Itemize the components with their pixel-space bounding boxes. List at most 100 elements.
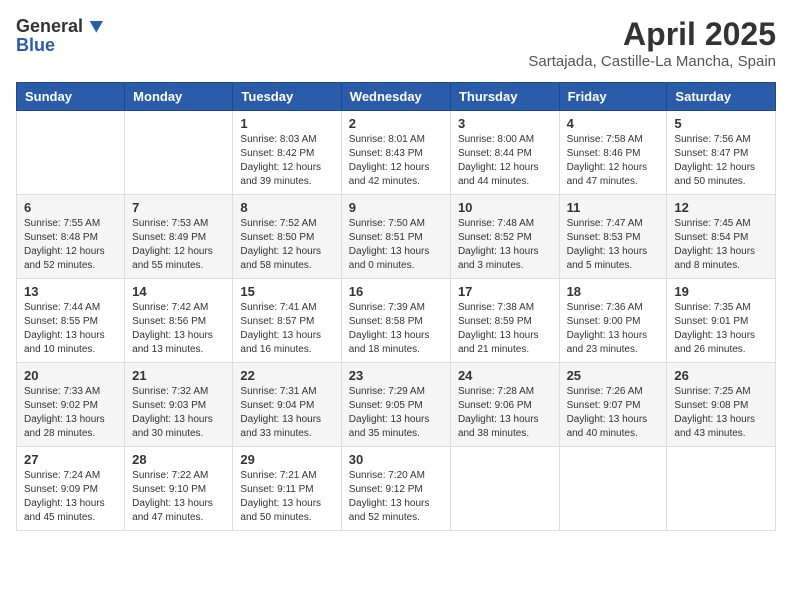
title-section: April 2025 Sartajada, Castille-La Mancha… [528, 16, 776, 70]
day-number: 8 [240, 200, 333, 215]
day-number: 11 [567, 200, 660, 215]
day-number: 14 [132, 284, 225, 299]
day-info: Sunrise: 7:36 AMSunset: 9:00 PMDaylight:… [567, 301, 660, 357]
day-info: Sunrise: 7:47 AMSunset: 8:53 PMDaylight:… [567, 217, 660, 273]
day-info: Sunrise: 7:45 AMSunset: 8:54 PMDaylight:… [674, 217, 768, 273]
day-info: Sunrise: 7:56 AMSunset: 8:47 PMDaylight:… [674, 133, 768, 189]
day-info: Sunrise: 7:20 AMSunset: 9:12 PMDaylight:… [349, 469, 443, 525]
calendar-cell: 23 Sunrise: 7:29 AMSunset: 9:05 PMDayligh… [341, 363, 450, 447]
day-number: 25 [567, 368, 660, 383]
day-info: Sunrise: 7:53 AMSunset: 8:49 PMDaylight:… [132, 217, 225, 273]
day-of-week-header: Tuesday [233, 83, 341, 111]
day-info: Sunrise: 7:41 AMSunset: 8:57 PMDaylight:… [240, 301, 333, 357]
day-info: Sunrise: 7:52 AMSunset: 8:50 PMDaylight:… [240, 217, 333, 273]
calendar-cell: 16Sunrise: 7:39 AMSunset: 8:58 PMDayligh… [341, 279, 450, 363]
day-number: 19 [674, 284, 768, 299]
calendar-cell: 26 Sunrise: 7:25 AMSunset: 9:08 PMDayligh… [667, 363, 776, 447]
calendar-cell: 20 Sunrise: 7:33 AMSunset: 9:02 PMDayligh… [17, 363, 125, 447]
day-number: 24 [458, 368, 552, 383]
day-number: 18 [567, 284, 660, 299]
day-info: Sunrise: 7:26 AMSunset: 9:07 PMDaylight:… [567, 385, 660, 441]
day-info: Sunrise: 7:24 AMSunset: 9:09 PMDaylight:… [24, 469, 117, 525]
day-number: 15 [240, 284, 333, 299]
logo-general-text: General [16, 17, 83, 35]
calendar-cell [667, 447, 776, 531]
calendar-cell: 6 Sunrise: 7:55 AMSunset: 8:48 PMDaylight… [17, 195, 125, 279]
day-number: 29 [240, 452, 333, 467]
calendar-cell: 8 Sunrise: 7:52 AMSunset: 8:50 PMDaylight… [233, 195, 341, 279]
calendar-cell: 1 Sunrise: 8:03 AMSunset: 8:42 PMDaylight… [233, 111, 341, 195]
calendar-cell [450, 447, 559, 531]
month-title: April 2025 [528, 16, 776, 53]
day-number: 12 [674, 200, 768, 215]
day-info: Sunrise: 7:55 AMSunset: 8:48 PMDaylight:… [24, 217, 117, 273]
calendar-week-row: 1 Sunrise: 8:03 AMSunset: 8:42 PMDaylight… [17, 111, 776, 195]
calendar-cell: 7 Sunrise: 7:53 AMSunset: 8:49 PMDaylight… [125, 195, 233, 279]
calendar-cell: 4 Sunrise: 7:58 AMSunset: 8:46 PMDaylight… [559, 111, 667, 195]
calendar-week-row: 20 Sunrise: 7:33 AMSunset: 9:02 PMDayligh… [17, 363, 776, 447]
day-number: 3 [458, 116, 552, 131]
day-of-week-header: Saturday [667, 83, 776, 111]
calendar-cell: 27 Sunrise: 7:24 AMSunset: 9:09 PMDayligh… [17, 447, 125, 531]
calendar-cell: 29 Sunrise: 7:21 AMSunset: 9:11 PMDayligh… [233, 447, 341, 531]
calendar-cell: 30Sunrise: 7:20 AMSunset: 9:12 PMDayligh… [341, 447, 450, 531]
calendar-cell: 3 Sunrise: 8:00 AMSunset: 8:44 PMDaylight… [450, 111, 559, 195]
day-info: Sunrise: 7:50 AMSunset: 8:51 PMDaylight:… [349, 217, 443, 273]
calendar-cell: 9 Sunrise: 7:50 AMSunset: 8:51 PMDaylight… [341, 195, 450, 279]
day-info: Sunrise: 7:35 AMSunset: 9:01 PMDaylight:… [674, 301, 768, 357]
day-info: Sunrise: 7:21 AMSunset: 9:11 PMDaylight:… [240, 469, 333, 525]
day-number: 21 [132, 368, 225, 383]
calendar-cell: 17 Sunrise: 7:38 AMSunset: 8:59 PMDayligh… [450, 279, 559, 363]
page-header: General Blue April 2025 Sartajada, Casti… [16, 16, 776, 70]
calendar-header-row: SundayMondayTuesdayWednesdayThursdayFrid… [17, 83, 776, 111]
logo-icon [83, 16, 103, 36]
calendar-cell: 12 Sunrise: 7:45 AMSunset: 8:54 PMDayligh… [667, 195, 776, 279]
day-info: Sunrise: 7:48 AMSunset: 8:52 PMDaylight:… [458, 217, 552, 273]
day-number: 7 [132, 200, 225, 215]
day-of-week-header: Thursday [450, 83, 559, 111]
day-number: 17 [458, 284, 552, 299]
day-of-week-header: Wednesday [341, 83, 450, 111]
location-title: Sartajada, Castille-La Mancha, Spain [528, 53, 776, 70]
calendar-cell: 10 Sunrise: 7:48 AMSunset: 8:52 PMDayligh… [450, 195, 559, 279]
day-info: Sunrise: 7:44 AMSunset: 8:55 PMDaylight:… [24, 301, 117, 357]
calendar-cell: 13Sunrise: 7:44 AMSunset: 8:55 PMDayligh… [17, 279, 125, 363]
calendar-cell [125, 111, 233, 195]
day-number: 2 [349, 116, 443, 131]
calendar-cell [17, 111, 125, 195]
day-info: Sunrise: 7:58 AMSunset: 8:46 PMDaylight:… [567, 133, 660, 189]
calendar-cell: 15 Sunrise: 7:41 AMSunset: 8:57 PMDayligh… [233, 279, 341, 363]
calendar-cell [559, 447, 667, 531]
day-number: 4 [567, 116, 660, 131]
calendar-cell: 19 Sunrise: 7:35 AMSunset: 9:01 PMDayligh… [667, 279, 776, 363]
day-info: Sunrise: 7:22 AMSunset: 9:10 PMDaylight:… [132, 469, 225, 525]
calendar-cell: 28 Sunrise: 7:22 AMSunset: 9:10 PMDayligh… [125, 447, 233, 531]
day-info: Sunrise: 7:25 AMSunset: 9:08 PMDaylight:… [674, 385, 768, 441]
day-number: 26 [674, 368, 768, 383]
day-number: 20 [24, 368, 117, 383]
day-number: 10 [458, 200, 552, 215]
day-number: 9 [349, 200, 443, 215]
day-info: Sunrise: 8:01 AMSunset: 8:43 PMDaylight:… [349, 133, 443, 189]
day-info: Sunrise: 7:38 AMSunset: 8:59 PMDaylight:… [458, 301, 552, 357]
day-info: Sunrise: 8:00 AMSunset: 8:44 PMDaylight:… [458, 133, 552, 189]
calendar-cell: 2 Sunrise: 8:01 AMSunset: 8:43 PMDaylight… [341, 111, 450, 195]
day-number: 28 [132, 452, 225, 467]
calendar-cell: 18 Sunrise: 7:36 AMSunset: 9:00 PMDayligh… [559, 279, 667, 363]
calendar-cell: 22Sunrise: 7:31 AMSunset: 9:04 PMDayligh… [233, 363, 341, 447]
day-of-week-header: Sunday [17, 83, 125, 111]
calendar-week-row: 27 Sunrise: 7:24 AMSunset: 9:09 PMDayligh… [17, 447, 776, 531]
day-number: 23 [349, 368, 443, 383]
day-number: 6 [24, 200, 117, 215]
day-number: 22 [240, 368, 333, 383]
calendar-cell: 5Sunrise: 7:56 AMSunset: 8:47 PMDaylight… [667, 111, 776, 195]
day-info: Sunrise: 7:29 AMSunset: 9:05 PMDaylight:… [349, 385, 443, 441]
day-number: 1 [240, 116, 333, 131]
day-number: 27 [24, 452, 117, 467]
day-info: Sunrise: 7:32 AMSunset: 9:03 PMDaylight:… [132, 385, 225, 441]
day-info: Sunrise: 7:33 AMSunset: 9:02 PMDaylight:… [24, 385, 117, 441]
calendar-cell: 21 Sunrise: 7:32 AMSunset: 9:03 PMDayligh… [125, 363, 233, 447]
logo: General Blue [16, 16, 103, 56]
day-info: Sunrise: 8:03 AMSunset: 8:42 PMDaylight:… [240, 133, 333, 189]
day-info: Sunrise: 7:42 AMSunset: 8:56 PMDaylight:… [132, 301, 225, 357]
